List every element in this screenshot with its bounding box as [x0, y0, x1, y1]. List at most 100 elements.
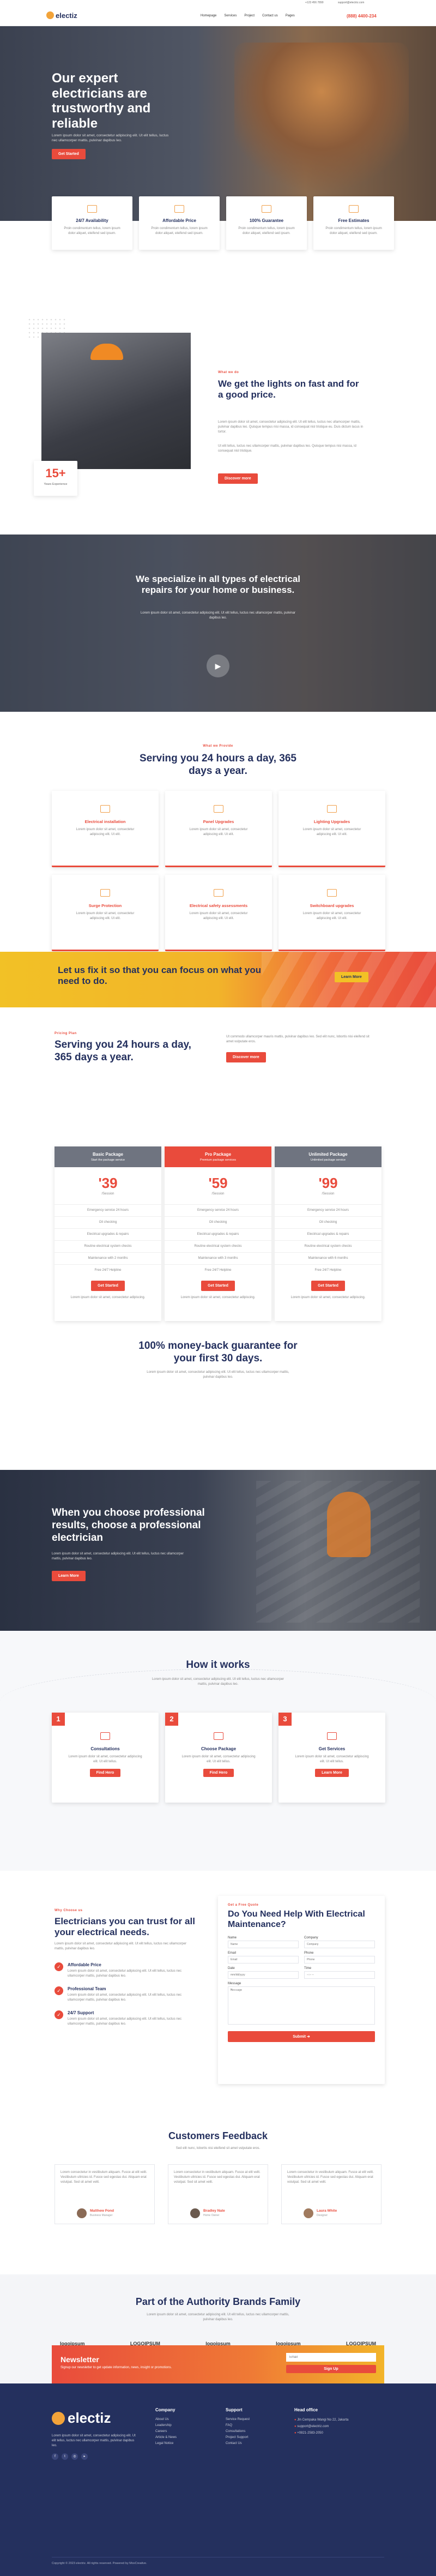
service-title: Surge Protection	[88, 903, 122, 908]
guarantee-section: 100% money-back guarantee for your first…	[0, 1329, 436, 1416]
nav-item-services[interactable]: Services	[224, 14, 237, 17]
hero-section: Our expert electricians are trustworthy …	[0, 26, 436, 221]
service-text: Lorem ipsum dolor sit amet, consectetur …	[302, 912, 361, 920]
cta-title: Let us fix it so that you can focus on w…	[58, 965, 262, 987]
facebook-icon[interactable]: f	[52, 2453, 58, 2460]
footer-phone[interactable]: ● +0821-2583-2050	[294, 2430, 348, 2436]
play-button[interactable]: ▶	[207, 654, 229, 677]
nav-item-pages[interactable]: Pages	[286, 14, 295, 17]
nav-item-homepage[interactable]: Homepage	[201, 14, 216, 17]
plan-name: Pro Package	[204, 1152, 232, 1157]
email-input[interactable]	[228, 1956, 299, 1964]
service-card[interactable]: Switchboard upgrades Lorem ipsum dolor si…	[278, 875, 385, 951]
service-card[interactable]: Electrical installation Lorem ipsum dolor…	[52, 791, 159, 867]
plan-feature: Oil checking	[165, 1216, 271, 1228]
footer-link[interactable]: FAQ	[226, 2423, 250, 2429]
footer-link[interactable]: Contact Us	[226, 2441, 250, 2447]
testimonial-card: Lorem consectetur in vestibulum aliquam.…	[55, 2164, 155, 2224]
pricing-card-basic: Basic Package Start the package service '…	[55, 1146, 161, 1321]
testimonial-quote: Lorem consectetur in vestibulum aliquam.…	[60, 2171, 147, 2184]
step-button[interactable]: Learn More	[315, 1769, 349, 1777]
phone-input[interactable]	[304, 1956, 375, 1964]
youtube-icon[interactable]: ▸	[81, 2453, 88, 2460]
how-text: Lorem ipsum dolor sit amet, consectetur …	[152, 1678, 284, 1686]
footer-link[interactable]: Legal Notice	[155, 2441, 177, 2447]
service-card[interactable]: Surge Protection Lorem ipsum dolor sit am…	[52, 875, 159, 951]
package-icon	[214, 1732, 223, 1740]
testimonial-name: Matthew Pond	[90, 2209, 114, 2213]
hero-get-started-button[interactable]: Get Started	[52, 149, 86, 159]
company-input[interactable]	[304, 1941, 375, 1949]
footer: electiz Lorem ipsum dolor sit amet, cons…	[0, 2383, 436, 2576]
step-button[interactable]: Find Hero	[203, 1769, 234, 1777]
pro-text: Lorem ipsum dolor sit amet, consectetur …	[52, 1552, 184, 1560]
feature-card: 24/7 Availability Proin condimentum tell…	[52, 196, 132, 250]
brands-text: Lorem ipsum dolor sit amet, consectetur …	[147, 2313, 289, 2321]
shield-icon	[262, 205, 271, 213]
pricing-eyebrow: Pricing Plan	[55, 1032, 77, 1035]
footer-link[interactable]: Service Request	[226, 2417, 250, 2423]
nav-item-project[interactable]: Project	[244, 14, 255, 17]
why-section: Why Choose us Electricians you can trust…	[0, 1871, 436, 2100]
consultation-icon	[100, 1732, 110, 1740]
navbar: electiz Homepage Services Project Contac…	[0, 5, 436, 26]
footer-brand[interactable]: electiz	[68, 2410, 111, 2427]
service-card[interactable]: Lighting Upgrades Lorem ipsum dolor sit a…	[278, 791, 385, 867]
service-text: Lorem ipsum dolor sit amet, consectetur …	[76, 828, 135, 836]
instagram-icon[interactable]: ◎	[71, 2453, 78, 2460]
about-eyebrow: What we do	[218, 371, 239, 374]
newsletter-banner: Newsletter Signup our newsletter to get …	[52, 2345, 384, 2383]
discover-more-button[interactable]: Discover more	[218, 473, 258, 484]
why-text: Lorem ipsum dolor sit amet, consectetur …	[55, 1942, 187, 1950]
why-item: ✓ 24/7 Support Lorem ipsum dolor sit amet,…	[55, 2010, 196, 2027]
date-input[interactable]	[228, 1971, 299, 1979]
check-icon: ✓	[55, 2010, 63, 2019]
step-number: 3	[278, 1713, 292, 1726]
footer-link[interactable]: Consultations	[226, 2429, 250, 2435]
submit-button[interactable]: Submit ➜	[228, 2031, 375, 2043]
topbar-phone[interactable]: +123 456 7890	[305, 1, 324, 4]
badge-number: 15+	[45, 466, 66, 480]
message-textarea[interactable]	[228, 1986, 375, 2025]
service-title: Switchboard upgrades	[310, 903, 354, 908]
plan-get-started-button[interactable]: Get Started	[201, 1281, 235, 1291]
footer-link[interactable]: Leadership	[155, 2423, 177, 2429]
footer-email[interactable]: ● support@electriz.com	[294, 2423, 348, 2430]
step-title: Get Services	[318, 1746, 346, 1751]
clock-icon	[87, 205, 97, 213]
nav-phone[interactable]: (888) 4400-234	[347, 14, 377, 19]
cta-learn-more-button[interactable]: Learn More	[335, 972, 368, 982]
footer-link[interactable]: Project Support	[226, 2435, 250, 2441]
why-item-title: Professional Team	[68, 1986, 106, 1991]
why-item-title: Affordable Price	[68, 1962, 101, 1967]
features-section: 24/7 Availability Proin condimentum tell…	[0, 196, 436, 300]
newsletter-email-input[interactable]	[286, 2353, 376, 2362]
social-links: f t ◎ ▸	[52, 2453, 88, 2460]
pricing-discover-button[interactable]: Discover more	[226, 1052, 266, 1062]
feature-title: 100% Guarantee	[249, 218, 284, 223]
brand-name[interactable]: electiz	[56, 11, 77, 20]
step-button[interactable]: Find Hero	[89, 1769, 121, 1777]
service-card[interactable]: Electrical safety assessments Lorem ipsum…	[165, 875, 272, 951]
plan-note: Lorem ipsum dolor sit amet, consectetur …	[70, 1296, 146, 1299]
newsletter-signup-button[interactable]: Sign Up	[286, 2365, 376, 2373]
service-title: Electrical safety assessments	[189, 903, 248, 908]
plan-feature: Oil checking	[275, 1216, 382, 1228]
testimonials-section: Customers Feedback Sed elit nunc, lobort…	[0, 2100, 436, 2274]
name-input[interactable]	[228, 1941, 299, 1949]
footer-link[interactable]: Careers	[155, 2429, 177, 2435]
time-input[interactable]	[304, 1971, 375, 1979]
service-card[interactable]: Panel Upgrades Lorem ipsum dolor sit amet…	[165, 791, 272, 867]
nav-item-contact[interactable]: Contact us	[262, 14, 278, 17]
plan-header: Unlimited Package Unlimited package servi…	[275, 1146, 382, 1167]
plan-get-started-button[interactable]: Get Started	[311, 1281, 345, 1291]
footer-link[interactable]: Article & News	[155, 2435, 177, 2441]
topbar-email[interactable]: support@electriz.com	[338, 1, 364, 4]
plan-feature: Maintenance with 2 months	[55, 1252, 161, 1264]
footer-link[interactable]: About Us	[155, 2417, 177, 2423]
plan-get-started-button[interactable]: Get Started	[91, 1281, 125, 1291]
pro-learn-more-button[interactable]: Learn More	[52, 1571, 86, 1581]
why-item: ✓ Professional Team Lorem ipsum dolor sit …	[55, 1986, 196, 2003]
twitter-icon[interactable]: t	[62, 2453, 68, 2460]
logo-icon[interactable]	[46, 11, 54, 19]
